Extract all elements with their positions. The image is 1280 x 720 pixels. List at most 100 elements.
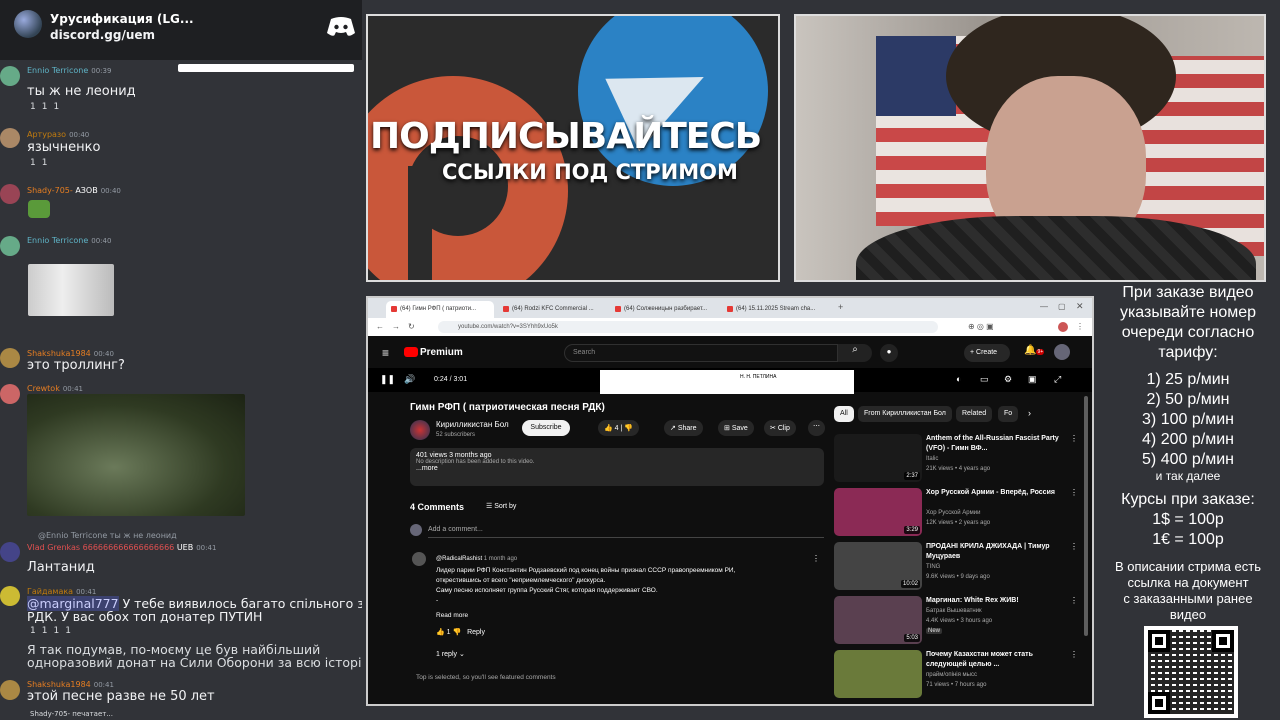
menu-icon[interactable]: ⋮ <box>1076 322 1084 331</box>
profile-icon[interactable] <box>1058 322 1068 332</box>
comment-dislike-button[interactable]: 👎 <box>453 629 462 636</box>
notifications-icon[interactable]: 🔔9+ <box>1024 345 1045 356</box>
reaction[interactable]: 1 <box>42 158 48 168</box>
image-attachment[interactable] <box>27 394 245 516</box>
server-header[interactable]: Урусификация (LG... discord.gg/uem <box>0 0 362 60</box>
video-menu-icon[interactable]: ⋮ <box>1070 596 1078 605</box>
browser-tab[interactable]: (64) Гимн РФП ( патриоти... <box>386 301 494 318</box>
video-title[interactable]: Anthem of the All-Russian Fascist Party … <box>926 434 1066 454</box>
video-thumbnail[interactable]: 10:02 <box>834 542 922 590</box>
extensions-icon[interactable]: ⊕ ◎ ▣ <box>968 322 994 331</box>
recommended-video[interactable]: 2:37 Anthem of the All-Russian Fascist P… <box>834 434 1080 482</box>
page-scrollbar[interactable] <box>1084 396 1088 636</box>
reply-reference[interactable]: @Ennio Terricone ты ж не леонид <box>38 531 177 540</box>
pause-icon[interactable]: ❚❚ <box>380 374 395 385</box>
subscribe-button[interactable]: Subscribe <box>522 420 570 436</box>
reaction[interactable]: 1 <box>30 158 36 168</box>
volume-icon[interactable]: 🔊 <box>404 374 415 385</box>
channel-name[interactable]: Кирилликистан Бол <box>436 420 509 429</box>
username[interactable]: Shady-705- АЗОВ 00:40 <box>27 186 121 195</box>
video-thumbnail[interactable]: 5:03 <box>834 596 922 644</box>
video-menu-icon[interactable]: ⋮ <box>1070 434 1078 443</box>
share-button[interactable]: ↗ Share <box>664 420 703 436</box>
video-menu-icon[interactable]: ⋮ <box>1070 650 1078 659</box>
mic-icon[interactable]: ● <box>880 344 898 362</box>
recommended-video[interactable]: 3:29 Хор Русской Армии - Вперёд, Россия … <box>834 488 1080 536</box>
browser-tab[interactable]: (64) Солженицын разбирает... <box>610 301 718 318</box>
comment-like-button[interactable]: 👍 <box>436 629 447 636</box>
sort-button[interactable]: ☰ Sort by <box>486 502 516 510</box>
read-more-link[interactable]: Read more <box>436 612 468 619</box>
username[interactable]: Ennio Terricone 00:39 <box>27 66 111 75</box>
captions-icon[interactable]: ▭ <box>980 374 989 385</box>
reaction[interactable]: 1 <box>30 626 36 636</box>
youtube-logo[interactable]: Premium <box>404 347 463 358</box>
comment-author[interactable]: @RadicalRashist 1 month ago <box>436 556 517 562</box>
more-actions-button[interactable]: ⋯ <box>808 420 825 436</box>
account-avatar[interactable] <box>1054 344 1070 360</box>
settings-icon[interactable]: ⚙ <box>1004 374 1012 385</box>
video-thumbnail[interactable]: 2:37 <box>834 434 922 482</box>
recommended-video[interactable]: 10:02 ПРОДАНІ КРИЛА ДЖИХАДА | Тимур Муцу… <box>834 542 1080 590</box>
description-box[interactable]: 401 views 3 months ago No description ha… <box>410 448 824 486</box>
recommended-video[interactable]: Почему Казахстан может стать следующей ц… <box>834 650 1080 698</box>
reactions[interactable]: 1111 <box>30 626 77 636</box>
reaction[interactable]: 1 <box>53 626 59 636</box>
create-button[interactable]: + Create <box>964 344 1010 362</box>
chip-more[interactable]: Fo <box>998 406 1019 422</box>
reaction[interactable]: 1 <box>65 626 71 636</box>
new-tab-button[interactable]: + <box>838 302 843 312</box>
reactions[interactable]: 111 <box>30 102 65 112</box>
reload-icon[interactable]: ↻ <box>408 322 415 331</box>
comment-menu-icon[interactable]: ⋮ <box>812 554 820 563</box>
video-title[interactable]: ПРОДАНІ КРИЛА ДЖИХАДА | Тимур Муцураев <box>926 542 1066 562</box>
chip-from-channel[interactable]: From Кирилликистан Бол <box>858 406 952 422</box>
menu-icon[interactable]: ≡ <box>382 346 389 360</box>
video-player[interactable]: ❚❚ 🔊 0:24 / 3:01 Н. Н. ПЕТЛИНА ◐ ▭ ⚙ ▣ ⤢ <box>368 368 1092 394</box>
username[interactable]: Vlad Grenkas 666666666666666666 UEB 00:41 <box>27 543 216 552</box>
username[interactable]: Crewtok 00:41 <box>27 384 83 393</box>
video-menu-icon[interactable]: ⋮ <box>1070 542 1078 551</box>
url-field[interactable]: youtube.com/watch?v=3SYhh9xUo5k <box>438 321 938 333</box>
save-button[interactable]: ⊞ Save <box>718 420 754 436</box>
username[interactable]: Гайдамака 00:41 <box>27 587 96 596</box>
reaction[interactable]: 1 <box>53 102 59 112</box>
reactions[interactable]: 11 <box>30 158 53 168</box>
search-input[interactable]: Search <box>564 344 838 362</box>
close-window-button[interactable]: ✕ <box>1076 301 1084 312</box>
reaction[interactable]: 1 <box>42 102 48 112</box>
username[interactable]: Артуразо 00:40 <box>27 130 89 139</box>
search-button[interactable]: ⌕ <box>838 344 872 362</box>
commenter-avatar[interactable] <box>412 552 426 566</box>
back-icon[interactable]: ← <box>376 322 384 331</box>
video-thumbnail[interactable] <box>834 650 922 698</box>
video-thumbnail[interactable]: 3:29 <box>834 488 922 536</box>
forward-icon[interactable]: → <box>392 322 400 331</box>
miniplayer-icon[interactable]: ▣ <box>1028 374 1037 385</box>
channel-avatar[interactable] <box>410 420 430 440</box>
video-menu-icon[interactable]: ⋮ <box>1070 488 1078 497</box>
image-attachment[interactable] <box>28 264 114 316</box>
autoplay-toggle[interactable]: ◐ <box>956 374 961 384</box>
browser-tab[interactable]: (64) Rodzi KFC Commercial ... <box>498 301 606 318</box>
like-button[interactable]: 👍 4 | 👎 <box>598 420 640 436</box>
video-title[interactable]: Почему Казахстан может стать следующей ц… <box>926 650 1066 670</box>
minimize-button[interactable]: — <box>1040 302 1048 311</box>
reaction[interactable]: 1 <box>42 626 48 636</box>
username[interactable]: Shakshuka1984 00:40 <box>27 349 114 358</box>
video-title[interactable]: Маргинал: White Rex ЖИВ! <box>926 596 1066 606</box>
add-comment-input[interactable]: Add a comment... <box>428 526 483 533</box>
show-more-link[interactable]: ...more <box>416 465 818 472</box>
chip-related[interactable]: Related <box>956 406 993 422</box>
browser-tab[interactable]: (64) 15.11.2025 Stream cha... <box>722 301 830 318</box>
maximize-button[interactable]: ▢ <box>1058 302 1066 311</box>
fullscreen-icon[interactable]: ⤢ <box>1054 374 1061 385</box>
reaction[interactable]: 1 <box>30 102 36 112</box>
recommended-video[interactable]: 5:03 Маргинал: White Rex ЖИВ! Батрак Выш… <box>834 596 1080 644</box>
username[interactable]: Ennio Terricone 00:40 <box>27 236 111 245</box>
clip-button[interactable]: ✂ Clip <box>764 420 796 436</box>
reply-button[interactable]: Reply <box>467 629 485 636</box>
username[interactable]: Shakshuka1984 00:41 <box>27 680 114 689</box>
chip-all[interactable]: All <box>834 406 854 422</box>
video-title[interactable]: Хор Русской Армии - Вперёд, Россия <box>926 488 1066 498</box>
